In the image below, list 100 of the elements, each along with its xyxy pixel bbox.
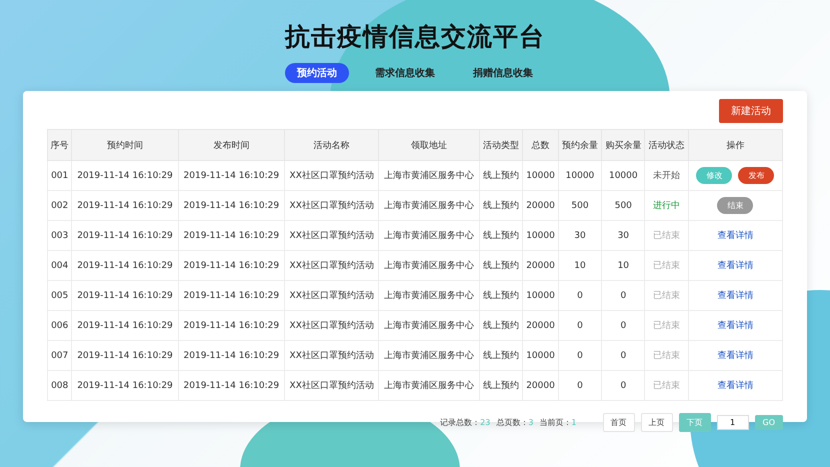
table-cell: 上海市黄浦区服务中心	[378, 310, 480, 340]
pagination-stat: 当前页：1	[539, 417, 576, 428]
table-cell: 2019-11-14 16:10:29	[178, 220, 284, 250]
table-cell: 007	[48, 340, 72, 370]
table-cell: 线上预约	[479, 370, 523, 400]
table-cell: 008	[48, 370, 72, 400]
table-cell: 10000	[558, 160, 602, 190]
table-cell: 上海市黄浦区服务中心	[378, 160, 480, 190]
column-header: 活动状态	[644, 130, 688, 160]
table-cell: 上海市黄浦区服务中心	[378, 280, 480, 310]
table-cell: 0	[602, 310, 645, 340]
column-header: 序号	[48, 130, 72, 160]
column-header: 购买余量	[602, 130, 645, 160]
table-cell: 线上预约	[479, 340, 523, 370]
view-details-link[interactable]: 查看详情	[717, 291, 754, 301]
table-cell: 0	[602, 340, 645, 370]
column-header: 发布时间	[178, 130, 284, 160]
page-button[interactable]: 首页	[602, 413, 634, 432]
table-cell: 0	[558, 280, 602, 310]
table-cell: XX社区口罩预约活动	[284, 310, 379, 340]
table-cell: 10000	[522, 280, 558, 310]
table-cell: 20000	[522, 250, 558, 280]
table-cell: 上海市黄浦区服务中心	[378, 190, 480, 220]
table-cell: 500	[602, 190, 645, 220]
table-cell: 30	[602, 220, 645, 250]
table-cell: 2019-11-14 16:10:29	[72, 340, 178, 370]
table-cell: 2019-11-14 16:10:29	[178, 250, 284, 280]
table-cell: 2019-11-14 16:10:29	[72, 310, 178, 340]
table-cell: 线上预约	[479, 280, 523, 310]
table-cell: 30	[558, 220, 602, 250]
table-cell: 0	[558, 310, 602, 340]
status-cell: 已结束	[644, 370, 688, 400]
pagination-stat: 总页数：3	[496, 417, 534, 428]
table-cell: 2019-11-14 16:10:29	[178, 370, 284, 400]
table-cell: 2019-11-14 16:10:29	[178, 160, 284, 190]
table-cell: 上海市黄浦区服务中心	[378, 340, 480, 370]
status-cell: 已结束	[644, 220, 688, 250]
table-cell: 2019-11-14 16:10:29	[72, 190, 178, 220]
table-cell: 线上预约	[479, 190, 523, 220]
table-cell: 500	[558, 190, 602, 220]
table-cell: 0	[558, 340, 602, 370]
table-cell: 2019-11-14 16:10:29	[178, 310, 284, 340]
page-button[interactable]: 上页	[640, 413, 672, 432]
table-cell: 002	[48, 190, 72, 220]
view-details-link[interactable]: 查看详情	[717, 231, 754, 241]
column-header: 领取地址	[378, 130, 480, 160]
nav-tab[interactable]: 预约活动	[285, 63, 349, 83]
table-cell: XX社区口罩预约活动	[284, 370, 379, 400]
table-cell: 2019-11-14 16:10:29	[178, 280, 284, 310]
table-cell: 上海市黄浦区服务中心	[378, 370, 480, 400]
table-cell: 线上预约	[479, 310, 523, 340]
status-cell: 进行中	[644, 190, 688, 220]
table-cell: XX社区口罩预约活动	[284, 280, 379, 310]
table-cell: XX社区口罩预约活动	[284, 190, 379, 220]
table-cell: 20000	[522, 370, 558, 400]
table-cell: 001	[48, 160, 72, 190]
table-cell: 上海市黄浦区服务中心	[378, 250, 480, 280]
table-cell: 2019-11-14 16:10:29	[72, 280, 178, 310]
table-cell: 2019-11-14 16:10:29	[72, 370, 178, 400]
view-details-link[interactable]: 查看详情	[717, 321, 754, 331]
table-cell: 0	[558, 370, 602, 400]
status-cell: 已结束	[644, 250, 688, 280]
nav-tab[interactable]: 需求信息收集	[363, 63, 447, 83]
view-details-link[interactable]: 查看详情	[717, 381, 754, 391]
status-cell: 已结束	[644, 310, 688, 340]
column-header: 预约时间	[72, 130, 178, 160]
table-cell: 2019-11-14 16:10:29	[72, 250, 178, 280]
status-cell: 未开始	[644, 160, 688, 190]
table-cell: 20000	[522, 310, 558, 340]
table-cell: XX社区口罩预约活动	[284, 340, 379, 370]
table-cell: 线上预约	[479, 160, 523, 190]
table-cell: 005	[48, 280, 72, 310]
status-cell: 已结束	[644, 280, 688, 310]
table-cell: 006	[48, 310, 72, 340]
table-cell: 004	[48, 250, 72, 280]
view-details-link[interactable]: 查看详情	[717, 351, 754, 361]
column-header: 活动类型	[479, 130, 523, 160]
table-cell: 10000	[602, 160, 645, 190]
action-button[interactable]: 发布	[738, 167, 774, 184]
table-cell: 10000	[522, 160, 558, 190]
table-cell: XX社区口罩预约活动	[284, 160, 379, 190]
table-cell: 线上预约	[479, 250, 523, 280]
table-cell: 003	[48, 220, 72, 250]
pagination-stat: 记录总数：23	[440, 417, 490, 428]
table-cell: XX社区口罩预约活动	[284, 220, 379, 250]
column-header: 活动名称	[284, 130, 379, 160]
table-cell: 10	[602, 250, 645, 280]
table-cell: 20000	[522, 190, 558, 220]
column-header: 总数	[522, 130, 558, 160]
new-activity-button[interactable]: 新建活动	[719, 99, 783, 123]
table-cell: XX社区口罩预约活动	[284, 250, 379, 280]
page-number-field[interactable]: 1	[716, 415, 748, 430]
table-cell: 0	[602, 370, 645, 400]
view-details-link[interactable]: 查看详情	[717, 261, 754, 271]
nav-tab[interactable]: 捐赠信息收集	[461, 63, 545, 83]
page-title: 抗击疫情信息交流平台	[285, 21, 545, 53]
table-cell: 2019-11-14 16:10:29	[72, 160, 178, 190]
column-header: 操作	[688, 130, 782, 160]
table-cell: 2019-11-14 16:10:29	[72, 220, 178, 250]
table-cell: 10000	[522, 220, 558, 250]
